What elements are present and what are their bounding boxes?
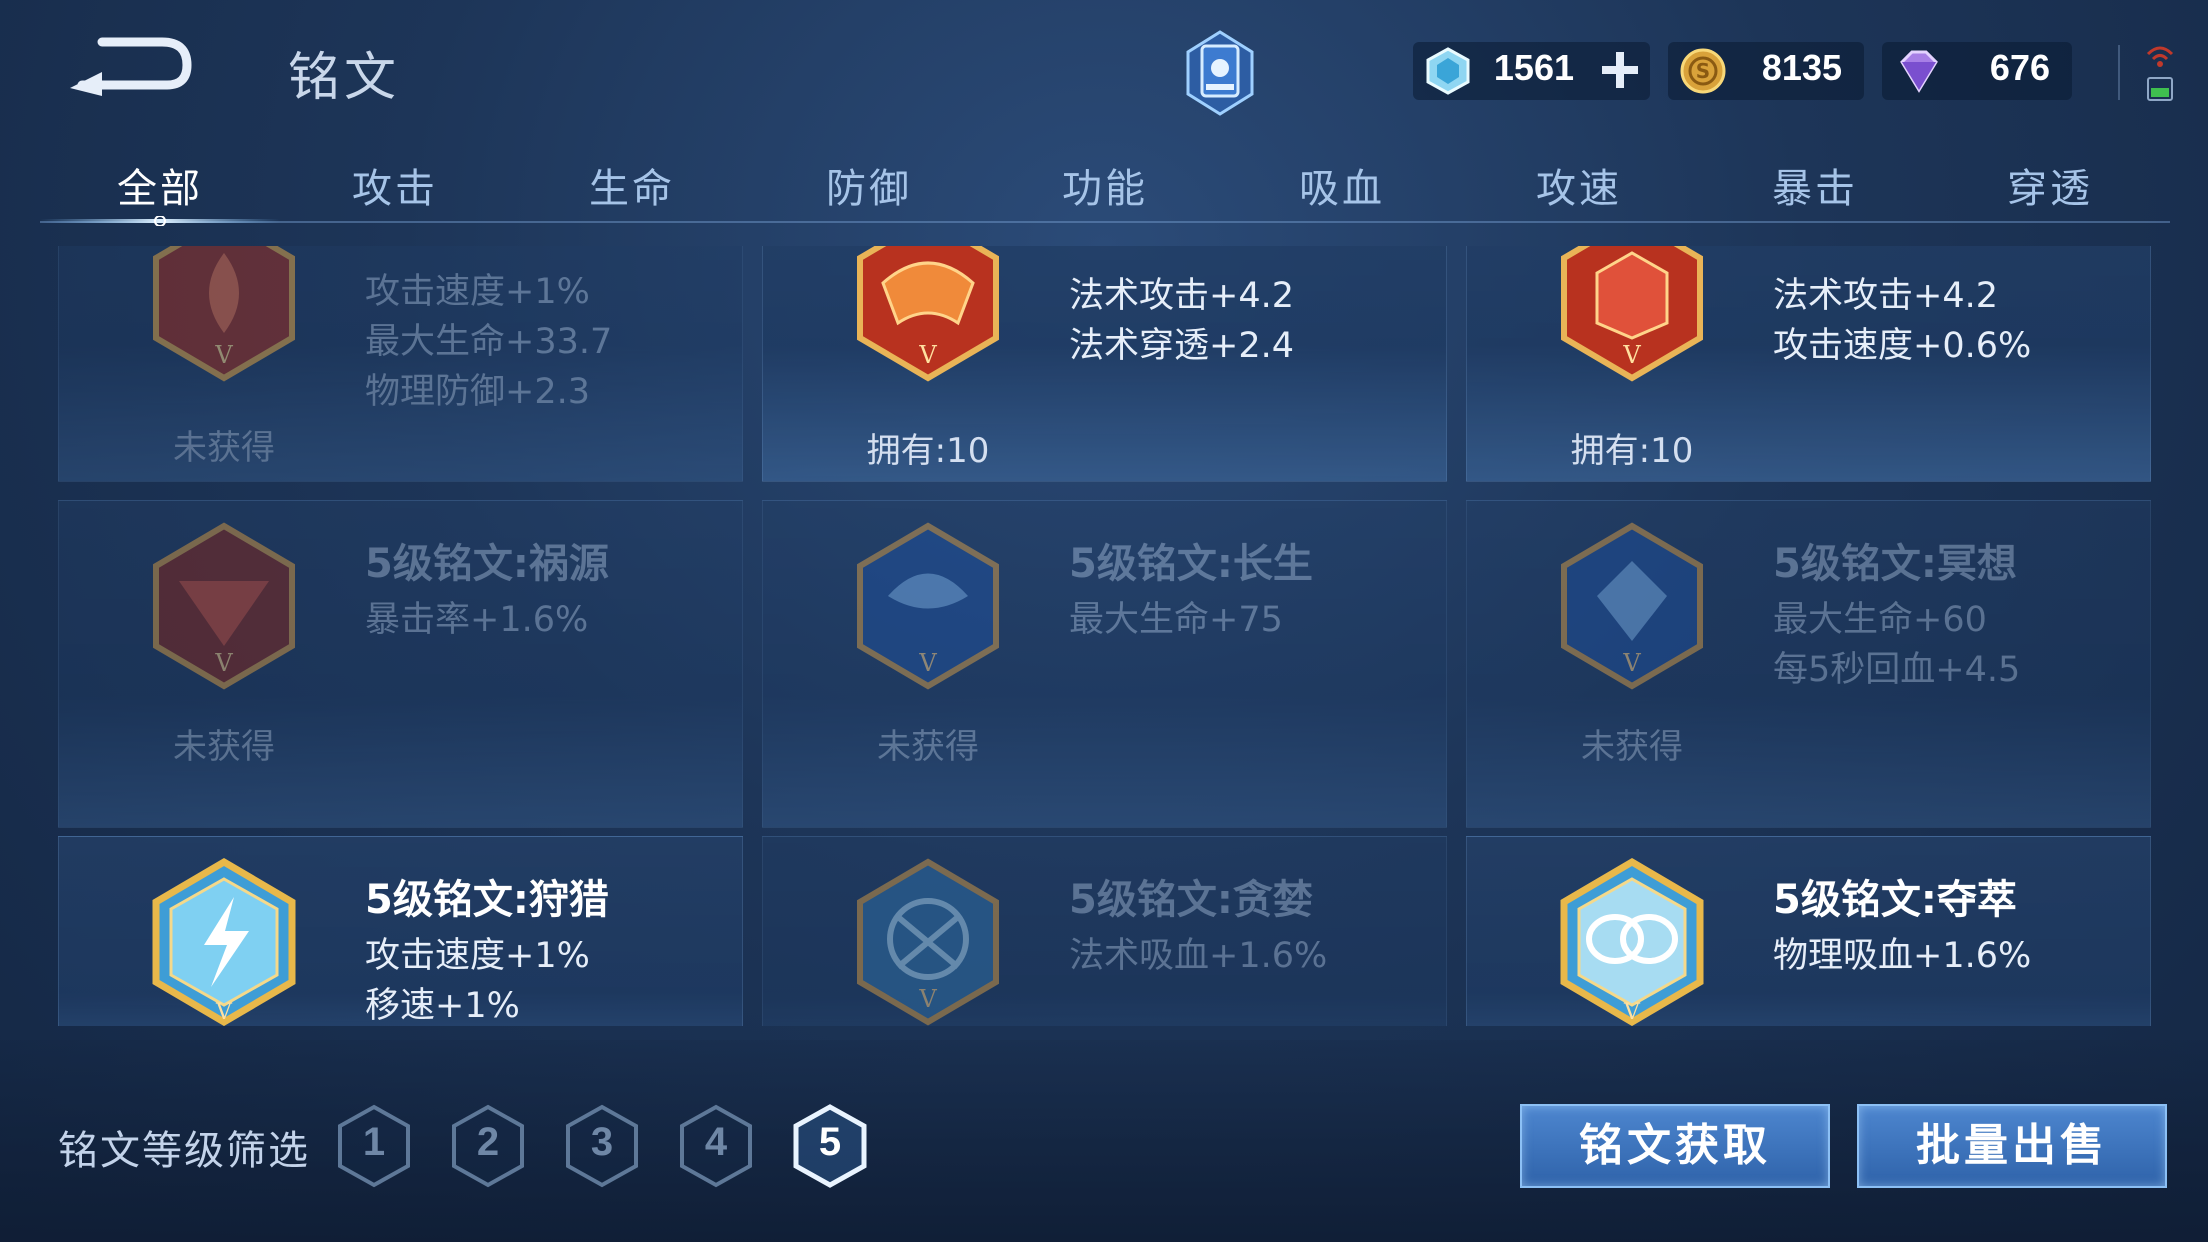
rune-badge-icon: V	[857, 522, 999, 690]
rune-badge-icon: V	[152, 857, 296, 1026]
level-filter-label: 铭文等级筛选	[58, 1128, 310, 1174]
rune-stat: 攻击速度+0.6%	[1773, 326, 2032, 366]
rune-stat: 法术吸血+1.6%	[1069, 936, 1328, 976]
rune-name: 5级铭文:冥想	[1773, 541, 2017, 587]
rune-stat: 法术攻击+4.2	[1069, 276, 1294, 316]
rune-stat: 移速+1%	[365, 986, 520, 1026]
rune-stat: 物理吸血+1.6%	[1773, 936, 2032, 976]
svg-text:V: V	[918, 649, 937, 677]
rune-stat: 法术攻击+4.2	[1773, 276, 1998, 316]
diamond-count: 676	[1989, 47, 2050, 88]
back-arrow-icon[interactable]	[62, 30, 192, 100]
rune-status: 未获得	[877, 727, 979, 767]
rune-badge-icon: V	[857, 246, 999, 382]
rune-stat: 法术穿透+2.4	[1069, 326, 1294, 366]
rune-card[interactable]: V 5级铭文:狩猎 攻击速度+1% 移速+1%	[58, 836, 743, 1026]
level-filter-value: 3	[590, 1120, 614, 1164]
rune-badge-icon: V	[857, 858, 999, 1026]
rune-stat: 攻击速度+1%	[365, 936, 590, 976]
rune-owned-count: 拥有:10	[1570, 431, 1694, 471]
svg-text:V: V	[215, 1000, 233, 1025]
svg-text:S: S	[1696, 59, 1710, 83]
tab-critical[interactable]: 暴击	[1772, 156, 1858, 214]
rune-name: 5级铭文:狩猎	[365, 877, 609, 923]
rune-status: 未获得	[173, 727, 275, 767]
obtain-rune-button[interactable]: 铭文获取	[1520, 1104, 1830, 1188]
rune-badge-icon: V	[1561, 246, 1703, 382]
rune-owned-count: 拥有:10	[866, 431, 990, 471]
level-filter-1[interactable]: 1	[336, 1104, 412, 1188]
rune-card[interactable]: V 法术攻击+4.2 法术穿透+2.4 拥有:10	[762, 246, 1447, 482]
rune-grid: V 攻击速度+1% 最大生命+33.7 物理防御+2.3 未获得 V 法术攻击+…	[0, 246, 2208, 1026]
rune-badge-icon: V	[153, 522, 295, 690]
level-filter-value: 1	[362, 1120, 386, 1164]
tabs-divider	[40, 221, 2170, 223]
divider	[2118, 45, 2120, 100]
tab-health[interactable]: 生命	[589, 156, 675, 214]
rune-status: 未获得	[1581, 727, 1683, 767]
category-tabs: 全部 攻击 生命 防御 功能 吸血 攻速 暴击 穿透	[40, 150, 2170, 226]
page-title: 铭文	[288, 48, 401, 108]
level-filter-value: 4	[704, 1120, 728, 1164]
rune-card[interactable]: V 5级铭文:长生 最大生命+75 未获得	[762, 500, 1447, 828]
active-tab-indicator	[40, 216, 280, 226]
rune-card[interactable]: V 5级铭文:贪婪 法术吸血+1.6%	[762, 836, 1447, 1026]
rune-card[interactable]: V 5级铭文:冥想 最大生命+60 每5秒回血+4.5 未获得	[1466, 500, 2151, 828]
level-filter-5[interactable]: 5	[792, 1104, 868, 1188]
rune-card[interactable]: V 5级铭文:夺萃 物理吸血+1.6%	[1466, 836, 2151, 1026]
rune-name: 5级铭文:祸源	[365, 541, 609, 587]
svg-text:V: V	[1622, 649, 1641, 677]
level-filter-value: 2	[476, 1120, 500, 1164]
coin-count: 8135	[1761, 47, 1842, 88]
rune-book-icon[interactable]	[1180, 28, 1260, 118]
tab-attack[interactable]: 攻击	[352, 156, 438, 214]
svg-text:V: V	[1623, 1000, 1641, 1025]
rune-card[interactable]: V 攻击速度+1% 最大生命+33.7 物理防御+2.3 未获得	[58, 246, 743, 482]
svg-text:V: V	[214, 341, 233, 369]
coin-icon: S	[1680, 48, 1726, 94]
tab-attack-speed[interactable]: 攻速	[1536, 156, 1622, 214]
tab-all[interactable]: 全部	[117, 156, 203, 214]
crystal-count: 1561	[1493, 47, 1574, 88]
rune-badge-icon: V	[1561, 522, 1703, 690]
level-filter-value: 5	[818, 1120, 842, 1164]
network-battery-icon	[2146, 46, 2174, 101]
rune-stat: 最大生命+33.7	[365, 322, 613, 362]
rune-stat: 最大生命+75	[1069, 600, 1283, 640]
svg-text:V: V	[1622, 341, 1641, 369]
rune-card[interactable]: V 法术攻击+4.2 攻击速度+0.6% 拥有:10	[1466, 246, 2151, 482]
tab-lifesteal[interactable]: 吸血	[1299, 156, 1385, 214]
rune-name: 5级铭文:贪婪	[1069, 877, 1313, 923]
coin-resource: S 8135	[1668, 42, 1864, 100]
rune-status: 未获得	[173, 428, 275, 468]
rune-stat: 每5秒回血+4.5	[1773, 650, 2021, 690]
level-filter-2[interactable]: 2	[450, 1104, 526, 1188]
tab-penetration[interactable]: 穿透	[2007, 156, 2093, 214]
diamond-resource: 676	[1882, 42, 2072, 100]
add-crystal-icon[interactable]	[1600, 50, 1640, 90]
bulk-sell-button[interactable]: 批量出售	[1857, 1104, 2167, 1188]
diamond-icon	[1900, 50, 1938, 93]
level-filter-4[interactable]: 4	[678, 1104, 754, 1188]
svg-text:V: V	[918, 985, 937, 1013]
crystal-icon	[1426, 47, 1470, 95]
rune-badge-icon: V	[153, 246, 295, 382]
rune-card[interactable]: V 5级铭文:祸源 暴击率+1.6% 未获得	[58, 500, 743, 828]
svg-text:V: V	[918, 341, 937, 369]
rune-name: 5级铭文:夺萃	[1773, 877, 2017, 923]
tab-defense[interactable]: 防御	[826, 156, 912, 214]
rune-stat: 暴击率+1.6%	[365, 600, 589, 640]
top-bar: 铭文 1561 S 8135 676	[0, 0, 2208, 150]
rune-name: 5级铭文:长生	[1069, 541, 1313, 587]
rune-badge-icon: V	[1560, 857, 1704, 1026]
svg-text:V: V	[214, 649, 233, 677]
rune-stat: 最大生命+60	[1773, 600, 1987, 640]
tab-utility[interactable]: 功能	[1062, 156, 1148, 214]
rune-stat: 攻击速度+1%	[365, 272, 590, 312]
level-filter-3[interactable]: 3	[564, 1104, 640, 1188]
rune-stat: 物理防御+2.3	[365, 372, 590, 412]
